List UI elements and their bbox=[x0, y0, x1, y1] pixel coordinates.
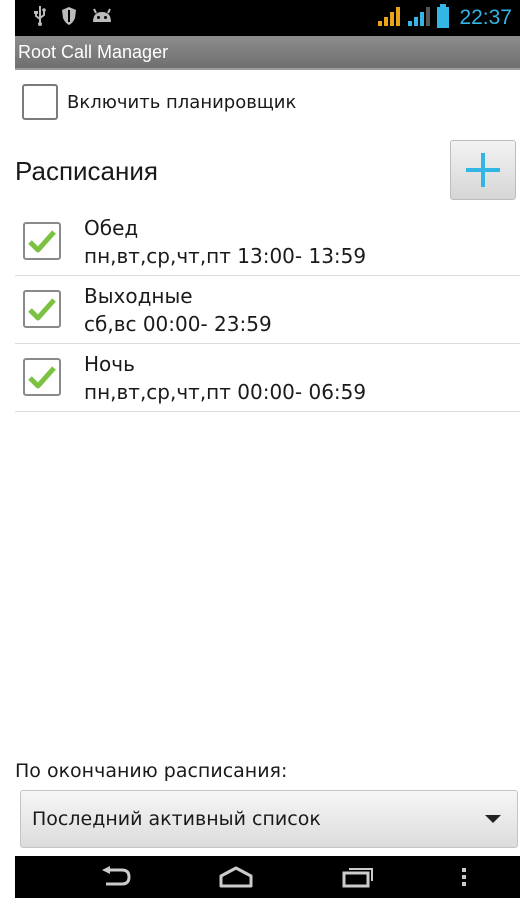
schedule-name: Ночь bbox=[84, 352, 135, 376]
checkmark-icon bbox=[28, 298, 56, 321]
schedule-item[interactable]: Обед пн,вт,ср,чт,пт 13:00- 13:59 bbox=[15, 208, 520, 276]
on-end-dropdown[interactable]: Последний активный список bbox=[20, 790, 518, 848]
on-end-label: По окончанию расписания: bbox=[15, 760, 288, 782]
enable-scheduler-checkbox[interactable] bbox=[22, 84, 58, 120]
add-schedule-button[interactable] bbox=[450, 140, 516, 200]
clock: 22:37 bbox=[459, 6, 512, 29]
schedules-title: Расписания bbox=[15, 156, 158, 186]
android-icon bbox=[91, 8, 113, 28]
signal-icon bbox=[377, 5, 401, 31]
signal-icon bbox=[407, 5, 431, 31]
enable-scheduler-label: Включить планировщик bbox=[67, 91, 297, 113]
schedule-item[interactable]: Ночь пн,вт,ср,чт,пт 00:00- 06:59 bbox=[15, 344, 520, 412]
schedule-checkbox[interactable] bbox=[23, 222, 61, 260]
checkmark-icon bbox=[28, 230, 56, 253]
usb-icon bbox=[33, 5, 47, 31]
app-title: Root Call Manager bbox=[18, 41, 169, 62]
menu-icon[interactable] bbox=[461, 867, 467, 887]
schedule-time: пн,вт,ср,чт,пт 00:00- 06:59 bbox=[84, 380, 367, 404]
dropdown-arrow-icon bbox=[485, 815, 501, 823]
schedule-checkbox[interactable] bbox=[23, 358, 61, 396]
schedule-name: Выходные bbox=[84, 284, 193, 308]
schedule-time: сб,вс 00:00- 23:59 bbox=[84, 312, 272, 336]
schedule-name: Обед bbox=[84, 216, 139, 240]
checkmark-icon bbox=[28, 366, 56, 389]
schedule-time: пн,вт,ср,чт,пт 13:00- 13:59 bbox=[84, 244, 367, 268]
status-bar: 22:37 bbox=[15, 0, 520, 36]
app-title-bar: Root Call Manager bbox=[15, 36, 520, 70]
navigation-bar bbox=[15, 856, 520, 898]
battery-icon bbox=[437, 4, 450, 32]
back-icon[interactable] bbox=[98, 866, 132, 888]
schedule-item[interactable]: Выходные сб,вс 00:00- 23:59 bbox=[15, 276, 520, 344]
shield-icon bbox=[61, 6, 77, 30]
schedule-list: Обед пн,вт,ср,чт,пт 13:00- 13:59 Выходны… bbox=[15, 208, 520, 412]
home-icon[interactable] bbox=[218, 866, 254, 888]
on-end-selected-value: Последний активный список bbox=[32, 808, 321, 830]
recent-apps-icon[interactable] bbox=[341, 866, 375, 888]
enable-scheduler-toggle[interactable]: Включить планировщик bbox=[22, 84, 296, 120]
plus-icon bbox=[466, 153, 500, 187]
schedule-checkbox[interactable] bbox=[23, 290, 61, 328]
